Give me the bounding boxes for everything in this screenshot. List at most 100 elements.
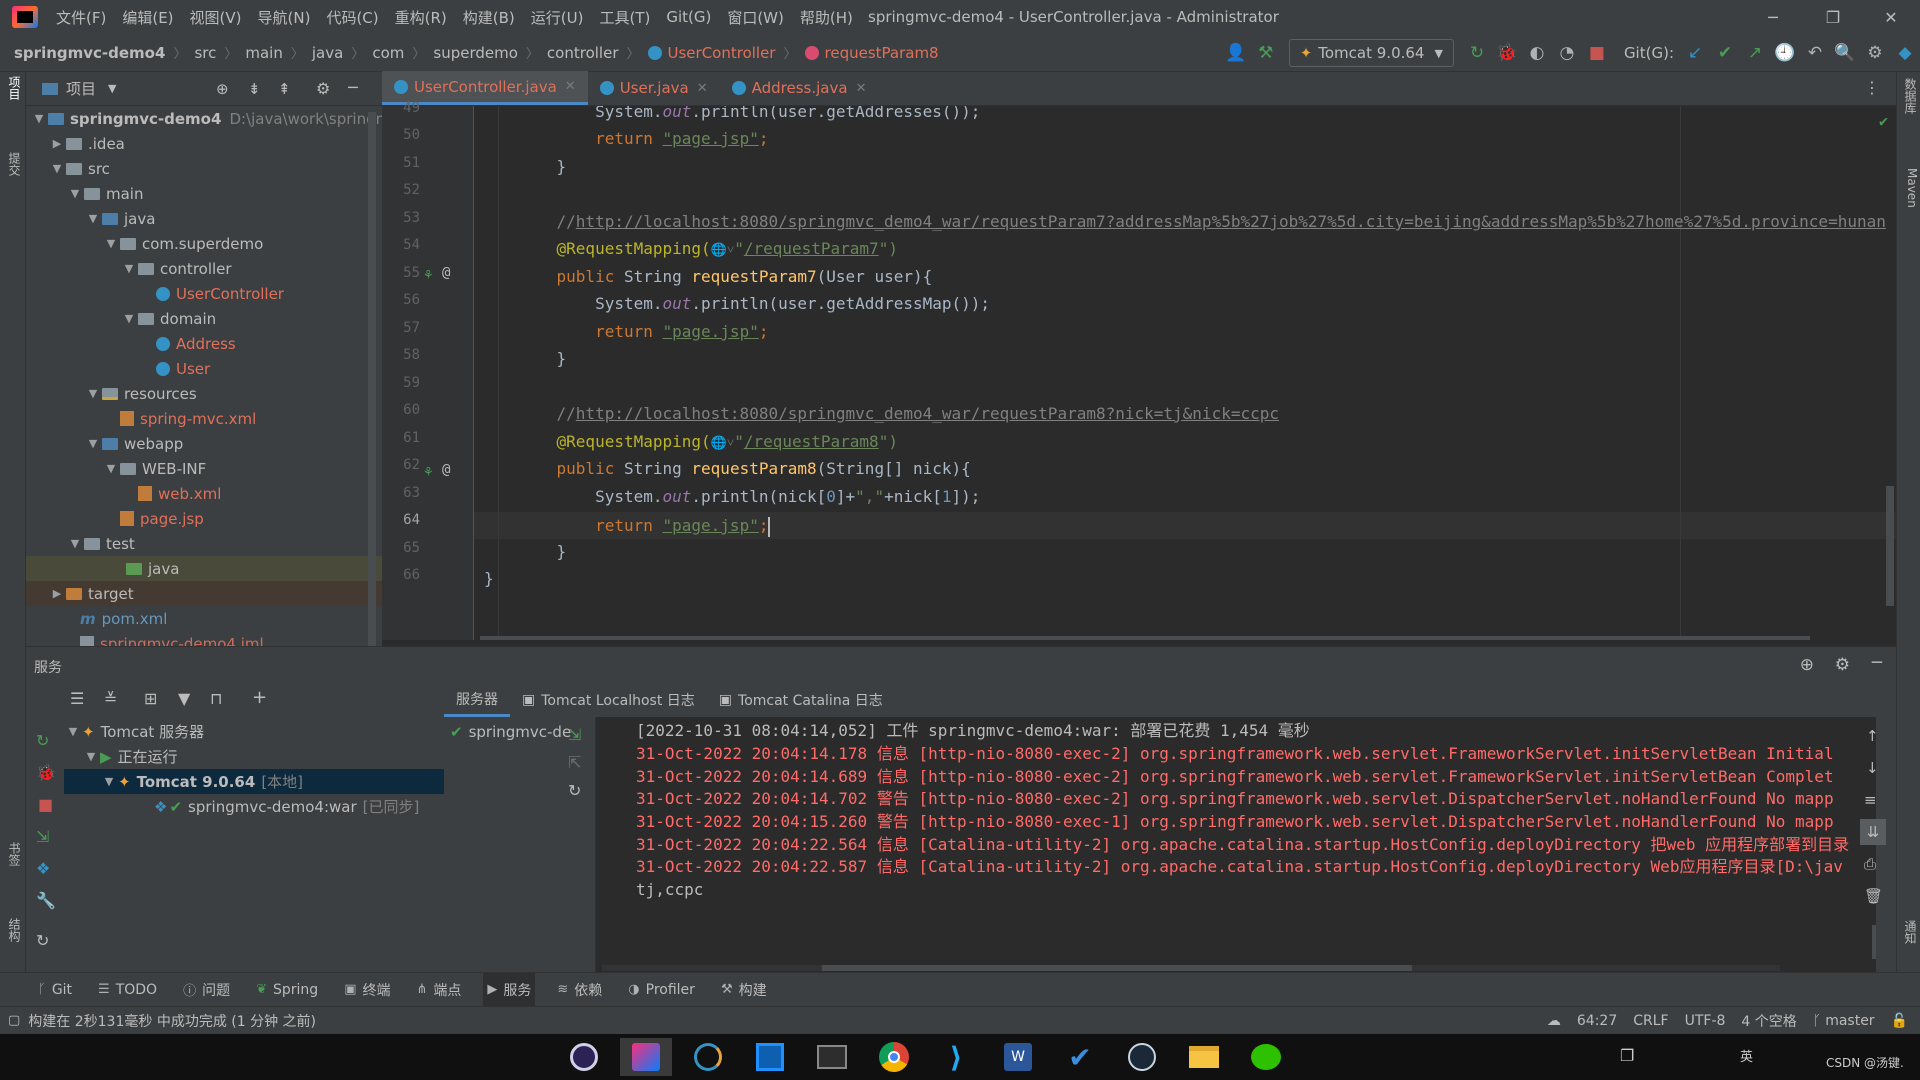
code-comment-url[interactable]: http://localhost:8080/springmvc_demo4_wa… — [576, 212, 1886, 231]
tree-item-test-java[interactable]: java — [26, 556, 382, 581]
tool-terminal[interactable]: ▣ 终端 — [340, 973, 394, 1007]
scroll-down-icon[interactable]: ↓ — [1866, 759, 1879, 777]
tree-item-user[interactable]: User — [156, 356, 210, 381]
tree-item-web-xml[interactable]: web.xml — [138, 481, 221, 506]
soft-wrap-icon[interactable]: ≡ — [1864, 791, 1877, 809]
undeploy-icon[interactable]: ⇱ — [568, 753, 581, 772]
menu-tools[interactable]: 工具(T) — [591, 7, 658, 28]
menu-run[interactable]: 运行(U) — [523, 7, 592, 28]
tree-item-java-src[interactable]: ▼ java — [84, 206, 156, 231]
breadcrumb-method[interactable]: requestParam8 — [804, 44, 939, 62]
structure-tool-tab[interactable]: 结构 — [3, 918, 23, 942]
console-output[interactable]: [2022-10-31 08:04:14,052] 工件 springmvc-d… — [596, 717, 1876, 973]
breadcrumb-java[interactable]: java — [312, 44, 343, 62]
breadcrumb-controller[interactable]: controller — [547, 44, 619, 62]
tree-item-running[interactable]: ▼ ▶ 正在运行 — [82, 744, 178, 769]
new-tab-icon[interactable]: ⊓ — [210, 689, 222, 708]
tool-build[interactable]: ⚒ 构建 — [717, 973, 771, 1007]
close-tab-icon[interactable]: ✕ — [565, 79, 576, 94]
tree-item-web-inf[interactable]: ▼ WEB-INF — [102, 456, 207, 481]
web-endpoint-icon[interactable]: @ — [442, 462, 450, 478]
menu-navigate[interactable]: 导航(N) — [250, 7, 319, 28]
tree-item-domain[interactable]: ▼ domain — [120, 306, 216, 331]
spring-mapping-icon[interactable]: ⚘ — [424, 267, 432, 283]
status-sync-icon[interactable]: ☁ — [1547, 1013, 1561, 1029]
breadcrumb-src[interactable]: src — [194, 44, 216, 62]
debug-icon[interactable]: 🐞 — [1492, 38, 1522, 68]
tree-item-spring-mvc-xml[interactable]: spring-mvc.xml — [120, 406, 256, 431]
breadcrumb-com[interactable]: com — [372, 44, 404, 62]
profile-icon[interactable]: ◔ — [1552, 38, 1582, 68]
tool-services[interactable]: ▶ 服务 — [483, 972, 536, 1007]
console-vertical-scrollbar[interactable] — [1872, 925, 1876, 959]
tree-item-iml[interactable]: springmvc-demo4.iml — [80, 631, 264, 646]
code-url-link[interactable]: /requestParam8 — [744, 432, 879, 451]
git-update-icon[interactable]: ↙ — [1680, 38, 1710, 68]
tree-item-main[interactable]: ▼ main — [66, 181, 144, 206]
menu-help[interactable]: 帮助(H) — [792, 7, 861, 28]
refresh-icon[interactable]: ↻ — [568, 781, 581, 800]
project-tool-tab[interactable]: 项目 — [3, 76, 23, 100]
git-history-icon[interactable]: 🕘 — [1770, 38, 1800, 68]
menu-edit[interactable]: 编辑(E) — [114, 7, 181, 28]
breadcrumb-project[interactable]: springmvc-demo4 — [14, 44, 165, 62]
expand-all-icon[interactable]: ☰ — [70, 689, 84, 708]
tree-root[interactable]: ▼ springmvc-demo4 D:\java\work\springm — [30, 106, 382, 131]
options-gear-icon[interactable]: ⚙ — [316, 79, 330, 98]
indent-setting[interactable]: 4 个空格 — [1741, 1011, 1796, 1031]
tree-item-test[interactable]: ▼ test — [66, 531, 135, 556]
bookmarks-tool-tab[interactable]: 书签 — [3, 842, 23, 866]
tab-server[interactable]: 服务器 — [444, 683, 510, 717]
print-icon[interactable]: ⎙ — [1864, 855, 1876, 873]
menu-code[interactable]: 代码(C) — [318, 7, 386, 28]
tool-git[interactable]: ᚴ Git — [34, 973, 76, 1007]
menu-view[interactable]: 视图(V) — [182, 7, 250, 28]
plugin-icon[interactable]: ◆ — [1890, 38, 1920, 68]
ime-indicator[interactable]: 英 — [1740, 1046, 1753, 1065]
close-button[interactable]: ✕ — [1862, 0, 1920, 34]
breadcrumb-superdemo[interactable]: superdemo — [433, 44, 518, 62]
chrome-icon[interactable] — [868, 1038, 920, 1076]
close-tab-icon[interactable]: ✕ — [856, 81, 867, 96]
file-encoding[interactable]: UTF-8 — [1685, 1013, 1726, 1029]
tab-localhost-log[interactable]: ▣ Tomcat Localhost 日志 — [510, 683, 707, 717]
tree-item-package[interactable]: ▼ com.superdemo — [102, 231, 264, 256]
code-comment-url[interactable]: http://localhost:8080/springmvc_demo4_wa… — [576, 404, 1279, 423]
line-separator[interactable]: CRLF — [1633, 1013, 1668, 1029]
tab-user[interactable]: User.java ✕ — [588, 71, 720, 105]
web-endpoint-icon[interactable]: @ — [442, 265, 450, 281]
breadcrumb-class[interactable]: UserController — [647, 44, 775, 62]
minimize-button[interactable]: ─ — [1744, 0, 1802, 34]
run-configuration-dropdown[interactable]: ✦ Tomcat 9.0.64 ▼ — [1288, 39, 1454, 67]
stop-icon[interactable]: ■ — [1582, 38, 1612, 68]
menu-window[interactable]: 窗口(W) — [719, 7, 792, 28]
deploy-all-icon[interactable]: ⇲ — [568, 725, 581, 744]
menu-git[interactable]: Git(G) — [658, 8, 719, 26]
cursor-position[interactable]: 64:27 — [1577, 1013, 1617, 1029]
group-by-icon[interactable]: ⊞ — [144, 689, 157, 708]
wrench-icon[interactable]: 🔧 — [36, 891, 56, 910]
menu-build[interactable]: 构建(B) — [455, 7, 523, 28]
web-globe-icon[interactable]: 🌐˅ — [711, 436, 735, 451]
eclipse-icon[interactable] — [558, 1038, 610, 1076]
artifact-icon[interactable]: ❖ — [36, 859, 50, 878]
locate-icon[interactable]: ⊕ — [216, 80, 229, 98]
tree-item-controller[interactable]: ▼ controller — [120, 256, 232, 281]
user-icon[interactable]: 👤 — [1221, 38, 1251, 68]
terminal-icon[interactable] — [806, 1038, 858, 1076]
git-push-icon[interactable]: ↗ — [1740, 38, 1770, 68]
hide-panel-icon[interactable]: ─ — [348, 78, 358, 97]
deployment-item[interactable]: ✔ springmvc-de — [450, 719, 571, 744]
tool-problems[interactable]: ⓘ 问题 — [179, 973, 234, 1007]
commit-tool-tab[interactable]: 提交 — [3, 152, 23, 176]
debug-icon[interactable]: 🐞 — [36, 763, 56, 782]
coverage-icon[interactable]: ◐ — [1522, 38, 1552, 68]
rerun-icon[interactable]: ↻ — [36, 731, 49, 750]
hide-panel-icon[interactable]: ─ — [1872, 653, 1882, 673]
tab-address[interactable]: Address.java ✕ — [720, 71, 879, 105]
project-scrollbar[interactable] — [368, 112, 376, 646]
vscode-icon[interactable]: ⟩ — [930, 1038, 982, 1076]
deploy-icon[interactable]: ⇲ — [36, 827, 49, 846]
lock-icon[interactable]: 🔓 — [1891, 1013, 1908, 1029]
code-url-link[interactable]: /requestParam7 — [744, 239, 879, 258]
